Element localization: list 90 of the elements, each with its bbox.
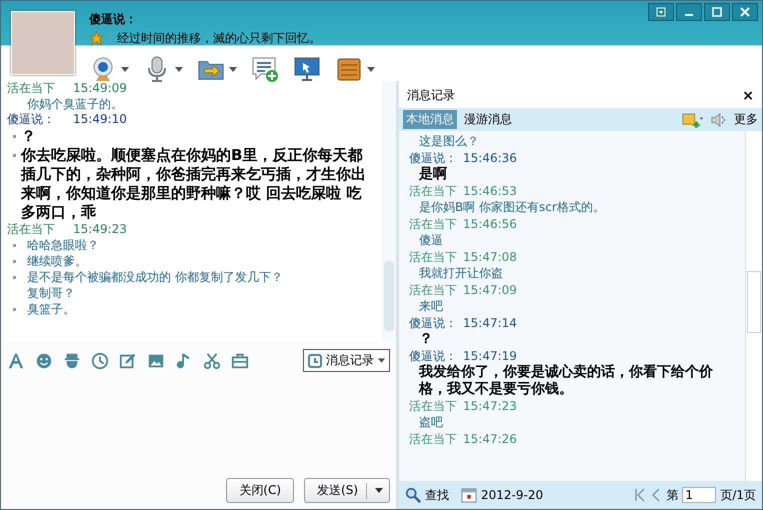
sender-name: 活在当下 xyxy=(409,216,457,232)
message-time: 15:49:09 xyxy=(73,81,127,96)
sender-name: 活在当下 xyxy=(409,183,457,199)
dropdown-icon[interactable] xyxy=(656,7,666,17)
contact-signature: 经过时间的推移，滅的心只剩下回忆。 xyxy=(117,30,321,47)
message-text: 是你妈B啊 你家图还有scr格式的。 xyxy=(418,199,606,216)
briefcase-icon[interactable] xyxy=(231,352,249,370)
export-icon[interactable] xyxy=(682,112,704,128)
message-text: ？ xyxy=(21,127,36,146)
calendar-icon[interactable] xyxy=(461,487,477,503)
maximize-button[interactable] xyxy=(704,3,730,21)
sender-name: 傻逼说： xyxy=(409,315,457,331)
close-chat-button[interactable]: 关闭(C) xyxy=(226,478,294,503)
message-time: 15:49:10 xyxy=(73,112,127,127)
scrollbar[interactable] xyxy=(382,81,396,341)
caret-icon[interactable] xyxy=(175,66,183,72)
message-time: 15:47:26 xyxy=(463,431,517,447)
contact-name: 傻逼说： xyxy=(89,11,138,28)
sender-name: 活在当下 xyxy=(409,282,457,298)
message-text: 你去吃屎啦。顺便塞点在你妈的B里，反正你每天都插几下的，杂种阿，你爸插完再来乞丐插，才生你出来啊，你知道你是那里的野种嘛？哎 回去吃屎啦 吃多两口，乖 xyxy=(21,146,367,222)
message-time: 15:46:36 xyxy=(463,150,517,166)
message-text: 是啊 xyxy=(418,166,448,183)
scroll-thumb[interactable] xyxy=(384,261,394,331)
sender-name: 活在当下 xyxy=(7,81,55,96)
message-text: 是不是每个被骗都没成功的 你都复制了发几下？ xyxy=(26,269,283,285)
previous-page-icon[interactable] xyxy=(650,488,662,502)
avatar-photo-placeholder xyxy=(11,11,75,75)
caret-icon[interactable] xyxy=(367,66,375,72)
panel-title: 消息记录 xyxy=(407,87,455,104)
more-button[interactable]: 更多 xyxy=(734,111,758,128)
message-list-icon[interactable] xyxy=(251,55,279,83)
message-text: 盗吧 xyxy=(418,414,444,431)
image-icon[interactable] xyxy=(147,352,165,370)
sender-name: 活在当下 xyxy=(409,398,457,414)
search-icon[interactable] xyxy=(405,487,421,503)
message-time: 15:49:23 xyxy=(73,222,127,237)
page-input-field[interactable]: 1 xyxy=(682,487,716,503)
message-time: 15:47:09 xyxy=(463,282,517,298)
message-time: 15:46:53 xyxy=(463,183,517,199)
smiley-icon[interactable] xyxy=(35,352,53,370)
message-text: 来吧 xyxy=(418,298,444,315)
send-button[interactable]: 发送(S) xyxy=(304,478,390,503)
date-label[interactable]: 2012-9-20 xyxy=(481,488,544,502)
tab[interactable]: 漫游消息 xyxy=(461,110,515,129)
page-count-label: 页/1页 xyxy=(720,486,756,504)
message-text: 复制哥？ xyxy=(26,285,75,301)
page-label: 第 xyxy=(666,486,678,504)
sender-name: 活在当下 xyxy=(409,431,457,447)
message-time: 15:47:08 xyxy=(463,249,517,265)
message-text: 哈哈急眼啦？ xyxy=(26,237,99,253)
caret-icon[interactable] xyxy=(121,66,129,72)
message-text: 臭篮子。 xyxy=(26,301,75,317)
minimize-button[interactable] xyxy=(676,3,702,21)
message-text: 我发给你了，你要是诚心卖的话，你看下给个价格，我又不是要亏你钱。 xyxy=(418,364,714,398)
close-icon[interactable] xyxy=(740,7,750,17)
menu-button[interactable] xyxy=(648,3,674,21)
sender-name: 傻逼说： xyxy=(7,112,55,127)
clock-face-icon[interactable] xyxy=(91,352,109,370)
star-icon xyxy=(89,31,104,46)
message-text: 你妈个臭蓝子的。 xyxy=(26,96,123,112)
scroll-thumb[interactable] xyxy=(747,271,761,333)
message-text: 继续喷爹。 xyxy=(26,253,87,269)
message-text: 我就打开让你盗 xyxy=(418,265,504,282)
font-icon[interactable] xyxy=(7,352,25,370)
close-button[interactable] xyxy=(732,3,758,21)
message-time: 15:47:14 xyxy=(463,315,517,331)
hat-face-icon[interactable] xyxy=(63,352,81,370)
message-time: 15:46:56 xyxy=(463,216,517,232)
message-time: 15:47:23 xyxy=(463,398,517,414)
scissors-icon[interactable] xyxy=(203,352,221,370)
search-link[interactable]: 查找 xyxy=(425,486,449,504)
close-button[interactable]: × xyxy=(742,88,754,104)
message-text: 傻逼 xyxy=(418,232,444,249)
sender-name: 活在当下 xyxy=(409,249,457,265)
edit-icon[interactable] xyxy=(119,352,137,370)
caret-icon[interactable] xyxy=(375,488,383,493)
monitor-icon[interactable] xyxy=(293,55,321,83)
caret-icon[interactable] xyxy=(229,66,237,72)
scrollbar[interactable] xyxy=(745,131,762,481)
maximize-icon[interactable] xyxy=(712,7,722,17)
caret-icon[interactable] xyxy=(378,358,385,363)
sender-name: 活在当下 xyxy=(7,222,55,237)
message-history-button[interactable]: 消息记录 xyxy=(303,349,390,372)
message-time: 15:47:19 xyxy=(463,348,517,364)
message-text: 这是图么？ xyxy=(418,133,480,150)
first-page-icon[interactable] xyxy=(634,488,646,502)
clock-icon[interactable] xyxy=(308,354,322,368)
message-text: ？ xyxy=(418,331,434,348)
sender-name: 傻逼说： xyxy=(409,150,457,166)
sender-name: 傻逼说： xyxy=(409,348,457,364)
